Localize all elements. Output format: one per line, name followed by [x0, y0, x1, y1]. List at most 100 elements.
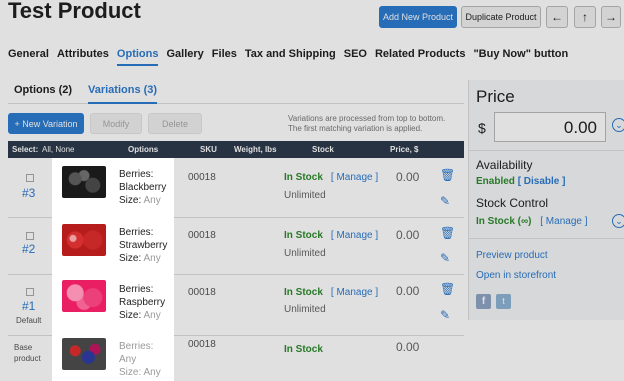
base-product-label: Base product: [14, 342, 41, 364]
variation-image-cell: Berries: Raspberry Size: Any: [52, 275, 174, 336]
size-value: Any: [143, 195, 161, 206]
add-new-product-button[interactable]: Add New Product: [379, 6, 457, 28]
pencil-icon[interactable]: ✎: [440, 251, 450, 265]
in-stock-label: In Stock: [284, 287, 323, 298]
stock-control-status: In Stock (∞) [ Manage ]: [476, 216, 588, 227]
table-row: #3 Berries: Blackberry Size: Any 00018 I…: [8, 158, 464, 218]
availability-label: Availability: [476, 158, 533, 172]
variation-image-cell: Berries: Strawberry Size: Any: [52, 218, 174, 275]
preview-product-link[interactable]: Preview product: [476, 250, 548, 261]
variations-note: Variations are processed from top to bot…: [288, 114, 445, 134]
variation-image-cell: Berries: Blackberry Size: Any: [52, 158, 174, 218]
base-label-line-1: Base: [14, 343, 33, 352]
weight-column-header: Weight, lbs: [234, 145, 277, 154]
subtab-options[interactable]: Options (2): [14, 84, 72, 96]
tab-files[interactable]: Files: [212, 48, 237, 66]
forward-arrow-icon[interactable]: →: [601, 6, 621, 28]
berries-value: Any: [119, 354, 137, 365]
options-column-header: Options: [128, 145, 159, 154]
pencil-icon[interactable]: ✎: [440, 194, 450, 208]
tab-tax-shipping[interactable]: Tax and Shipping: [245, 48, 336, 66]
note-line-1: Variations are processed from top to bot…: [288, 114, 446, 123]
berries-label: Berries:: [119, 227, 154, 238]
modify-button[interactable]: Modify: [90, 113, 142, 134]
variation-number-link[interactable]: #3: [22, 186, 35, 200]
tab-gallery[interactable]: Gallery: [166, 48, 203, 66]
tab-related-products[interactable]: Related Products: [375, 48, 465, 66]
chevron-down-icon[interactable]: ⌄: [612, 214, 624, 228]
variation-options: Berries: Blackberry Size: Any: [119, 168, 166, 207]
variation-number-link[interactable]: #2: [22, 242, 35, 256]
table-row: #1 Default Berries: Raspberry Size: Any …: [8, 275, 464, 336]
price-value: 0.00: [396, 340, 420, 354]
sku-value: 00018: [188, 230, 216, 241]
up-arrow-icon[interactable]: ↑: [574, 6, 596, 28]
trash-icon[interactable]: 🗑: [440, 226, 455, 240]
size-value: Any: [143, 310, 161, 321]
tab-attributes[interactable]: Attributes: [57, 48, 109, 66]
note-line-2: The first matching variation is applied.: [288, 124, 423, 133]
manage-stock-control-link[interactable]: [ Manage ]: [540, 216, 587, 227]
manage-stock-link[interactable]: [ Manage ]: [331, 172, 378, 183]
mixed-berries-image[interactable]: [62, 338, 106, 370]
duplicate-product-button[interactable]: Duplicate Product: [461, 6, 541, 28]
strawberry-image[interactable]: [62, 224, 106, 256]
row-checkbox[interactable]: [26, 232, 34, 240]
in-stock-infinite-label: In Stock (∞): [476, 216, 532, 227]
trash-icon[interactable]: 🗑: [440, 282, 455, 296]
pencil-icon[interactable]: ✎: [440, 308, 450, 322]
sku-column-header: SKU: [200, 145, 217, 154]
facebook-icon[interactable]: f: [476, 294, 491, 309]
twitter-icon[interactable]: t: [496, 294, 511, 309]
sku-value: 00018: [188, 339, 216, 350]
stock-column-header: Stock: [312, 145, 334, 154]
back-arrow-icon[interactable]: ←: [546, 6, 568, 28]
product-summary-sidebar: Price $ 0.00 ⌄ Availability Enabled [ Di…: [468, 80, 624, 320]
trash-icon[interactable]: 🗑: [440, 168, 455, 182]
in-stock-label: In Stock: [284, 172, 323, 183]
subtab-variations[interactable]: Variations (3): [88, 84, 158, 104]
delete-button[interactable]: Delete: [148, 113, 202, 134]
price-input[interactable]: 0.00: [494, 112, 606, 142]
raspberry-image[interactable]: [62, 280, 106, 312]
manage-stock-link[interactable]: [ Manage ]: [331, 287, 378, 298]
row-checkbox[interactable]: [26, 288, 34, 296]
blackberry-image[interactable]: [62, 166, 106, 198]
size-label: Size:: [119, 253, 142, 264]
stock-unlimited: Unlimited: [284, 190, 326, 201]
page-title: Test Product: [8, 0, 141, 23]
variations-table-header: Select: All, None Options SKU Weight, lb…: [8, 141, 464, 158]
price-heading: Price: [476, 87, 515, 106]
berries-value: Raspberry: [119, 297, 166, 308]
tab-buy-now-button[interactable]: "Buy Now" button: [473, 48, 568, 66]
stock-unlimited: Unlimited: [284, 304, 326, 315]
price-value: 0.00: [396, 170, 420, 184]
berries-label: Berries:: [119, 341, 154, 352]
size-label: Size:: [119, 195, 142, 206]
new-variation-button[interactable]: + New Variation: [8, 113, 84, 134]
berries-value: Strawberry: [119, 240, 168, 251]
variation-image-cell: Berries: Any Size: Any: [52, 336, 174, 381]
manage-stock-link[interactable]: [ Manage ]: [331, 230, 378, 241]
chevron-down-icon[interactable]: ⌄: [612, 118, 624, 132]
stock-unlimited: Unlimited: [284, 248, 326, 259]
stock-status: In Stock [ Manage ]: [284, 172, 378, 183]
variation-options: Berries: Any Size: Any: [119, 340, 161, 379]
size-label: Size:: [119, 367, 142, 378]
tab-general[interactable]: General: [8, 48, 49, 66]
tab-options[interactable]: Options: [116, 48, 159, 66]
row-checkbox[interactable]: [26, 174, 34, 182]
table-row: #2 Berries: Strawberry Size: Any 00018 I…: [8, 218, 464, 275]
disable-link[interactable]: [ Disable ]: [518, 176, 566, 187]
stock-status: In Stock: [284, 344, 323, 355]
variation-number-link[interactable]: #1: [22, 299, 35, 313]
select-label: Select:: [12, 145, 39, 154]
open-storefront-link[interactable]: Open in storefront: [476, 270, 556, 281]
product-nav-tabs: General Attributes Options Gallery Files…: [8, 48, 568, 66]
base-label-line-2: product: [14, 354, 41, 363]
enabled-label: Enabled: [476, 176, 515, 187]
size-label: Size:: [119, 310, 142, 321]
select-all-none-link[interactable]: All, None: [42, 145, 74, 154]
availability-status: Enabled [ Disable ]: [476, 176, 565, 187]
tab-seo[interactable]: SEO: [344, 48, 367, 66]
